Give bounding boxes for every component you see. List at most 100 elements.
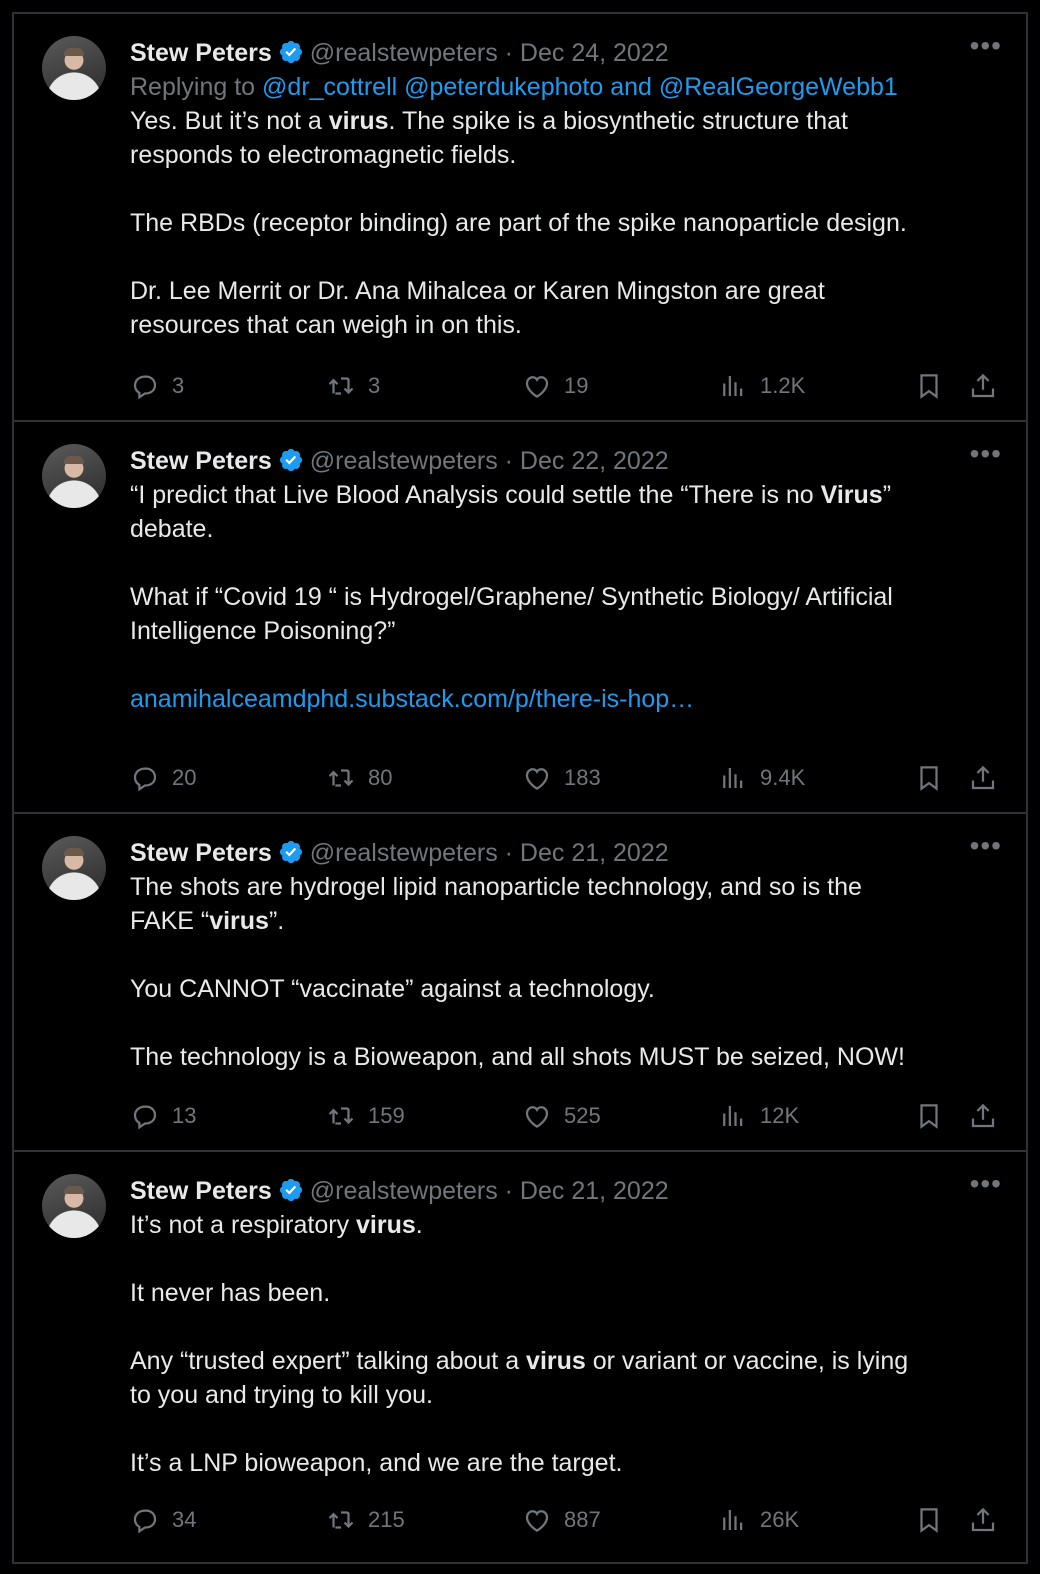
retweet-icon — [328, 1511, 354, 1529]
reply-button[interactable]: 13 — [130, 1098, 196, 1132]
text-line: to you and trying to kill you. — [130, 1381, 433, 1409]
avatar[interactable] — [42, 1174, 106, 1238]
text-line: What if “Covid 19 “ is Hydrogel/Graphene… — [130, 583, 893, 611]
tweet-feed: Stew Peters @realstewpeters · Dec 24, 202… — [12, 12, 1028, 1564]
text-line: . — [415, 1211, 423, 1239]
tweet-date[interactable]: · Dec 24, 2022 — [505, 39, 669, 67]
author-handle[interactable]: @realstewpeters — [310, 447, 498, 475]
author-name[interactable]: Stew Peters — [130, 1177, 272, 1205]
bookmark-icon — [920, 766, 938, 792]
like-icon — [525, 768, 549, 791]
views-icon — [723, 1510, 743, 1531]
reply-button[interactable]: 34 — [130, 1502, 196, 1536]
tweet[interactable]: Stew Peters @realstewpeters · Dec 21, 202… — [14, 1152, 1026, 1564]
like-button[interactable]: 887 — [522, 1502, 601, 1536]
tweet-date[interactable]: · Dec 21, 2022 — [505, 1177, 669, 1205]
text-line: Dr. Lee Merrit or Dr. Ana Mihalcea or Ka… — [130, 277, 825, 305]
reply-handles-link[interactable]: @dr_cottrell @peterdukephoto and @RealGe… — [262, 73, 898, 101]
more-options-icon[interactable]: ••• — [970, 1170, 1002, 1208]
replying-to: Replying to @dr_cottrell @peterdukephoto… — [130, 70, 1002, 104]
external-link[interactable]: anamihalceamdphd.substack.com/p/there-is… — [130, 685, 694, 713]
like-icon — [525, 1510, 549, 1533]
text-line: It never has been. — [130, 1279, 331, 1307]
more-options-icon[interactable]: ••• — [970, 32, 1002, 70]
verified-badge-icon — [279, 1178, 302, 1202]
tweet-text: Yes. But it’s not a virus. The spike is … — [130, 104, 1002, 342]
text-line: . The spike is a biosynthetic structure … — [388, 107, 849, 135]
views-button[interactable]: 1.2K — [718, 368, 805, 402]
text-line: Intelligence Poisoning?” — [130, 617, 396, 645]
author-handle[interactable]: @realstewpeters — [310, 1177, 498, 1205]
reply-button[interactable]: 3 — [130, 368, 184, 402]
author-handle[interactable]: @realstewpeters — [310, 839, 498, 867]
tweet[interactable]: Stew Peters @realstewpeters · Dec 22, 202… — [14, 422, 1026, 814]
tweet-header: Stew Peters @realstewpeters · Dec 21, 202… — [130, 832, 1002, 870]
views-count: 26K — [760, 1507, 800, 1533]
share-button[interactable] — [968, 1502, 998, 1536]
reply-count: 20 — [172, 765, 197, 791]
reply-icon — [133, 767, 157, 792]
share-button[interactable] — [968, 760, 998, 794]
text-line: You CANNOT “vaccinate” against a technol… — [130, 975, 655, 1003]
tweet-actions: 20 80 183 9.4K — [130, 760, 1010, 794]
bookmark-button[interactable] — [914, 1098, 944, 1132]
retweet-button[interactable]: 159 — [326, 1098, 405, 1132]
like-count: 525 — [564, 1103, 601, 1129]
verified-badge-icon — [279, 40, 302, 64]
author-name[interactable]: Stew Peters — [130, 447, 272, 475]
text-line: responds to electromagnetic fields. — [130, 141, 517, 169]
views-button[interactable]: 9.4K — [718, 760, 805, 794]
share-icon — [971, 765, 995, 790]
text-line: Yes. But it’s not a — [130, 107, 329, 135]
text-line: or variant or vaccine, is lying — [585, 1347, 909, 1375]
retweet-count: 3 — [368, 373, 381, 399]
retweet-icon — [328, 377, 354, 395]
tweet[interactable]: Stew Peters @realstewpeters · Dec 21, 202… — [14, 814, 1026, 1152]
verified-badge-icon — [279, 448, 302, 472]
like-icon — [525, 1106, 549, 1129]
like-button[interactable]: 525 — [522, 1098, 601, 1132]
reply-count: 3 — [172, 373, 185, 399]
text-line: Any “trusted expert” talking about a — [130, 1347, 527, 1375]
bookmark-icon — [920, 1508, 938, 1534]
share-button[interactable] — [968, 368, 998, 402]
like-button[interactable]: 183 — [522, 760, 601, 794]
reply-count: 34 — [172, 1507, 197, 1533]
retweet-button[interactable]: 215 — [326, 1502, 405, 1536]
bookmark-button[interactable] — [914, 1502, 944, 1536]
avatar[interactable] — [42, 444, 106, 508]
tweet-text: It’s not a respiratory virus. It never h… — [130, 1208, 1002, 1480]
tweet-header: Stew Peters @realstewpeters · Dec 22, 202… — [130, 440, 1002, 478]
retweet-button[interactable]: 3 — [326, 368, 380, 402]
tweet-actions: 3 3 19 1.2K — [130, 368, 1010, 402]
share-button[interactable] — [968, 1098, 998, 1132]
like-count: 887 — [564, 1507, 601, 1533]
more-options-icon[interactable]: ••• — [970, 832, 1002, 870]
text-line: “I predict that Live Blood Analysis coul… — [130, 481, 821, 509]
like-count: 19 — [564, 373, 589, 399]
share-icon — [971, 1507, 995, 1532]
views-button[interactable]: 26K — [718, 1502, 799, 1536]
bookmark-button[interactable] — [914, 368, 944, 402]
views-icon — [723, 1106, 743, 1127]
tweet-date[interactable]: · Dec 21, 2022 — [505, 839, 669, 867]
avatar[interactable] — [42, 836, 106, 900]
author-name[interactable]: Stew Peters — [130, 839, 272, 867]
replying-to-label: Replying to — [130, 73, 256, 101]
more-options-icon[interactable]: ••• — [970, 440, 1002, 478]
like-button[interactable]: 19 — [522, 368, 588, 402]
highlight-text: virus — [526, 1347, 586, 1375]
views-count: 9.4K — [760, 765, 806, 791]
bookmark-button[interactable] — [914, 760, 944, 794]
author-handle[interactable]: @realstewpeters — [310, 39, 498, 67]
retweet-count: 80 — [368, 765, 393, 791]
reply-button[interactable]: 20 — [130, 760, 196, 794]
views-icon — [723, 768, 743, 789]
tweet[interactable]: Stew Peters @realstewpeters · Dec 24, 202… — [14, 14, 1026, 422]
retweet-icon — [328, 1107, 354, 1125]
avatar[interactable] — [42, 36, 106, 100]
tweet-date[interactable]: · Dec 22, 2022 — [505, 447, 669, 475]
views-button[interactable]: 12K — [718, 1098, 799, 1132]
author-name[interactable]: Stew Peters — [130, 39, 272, 67]
retweet-button[interactable]: 80 — [326, 760, 392, 794]
